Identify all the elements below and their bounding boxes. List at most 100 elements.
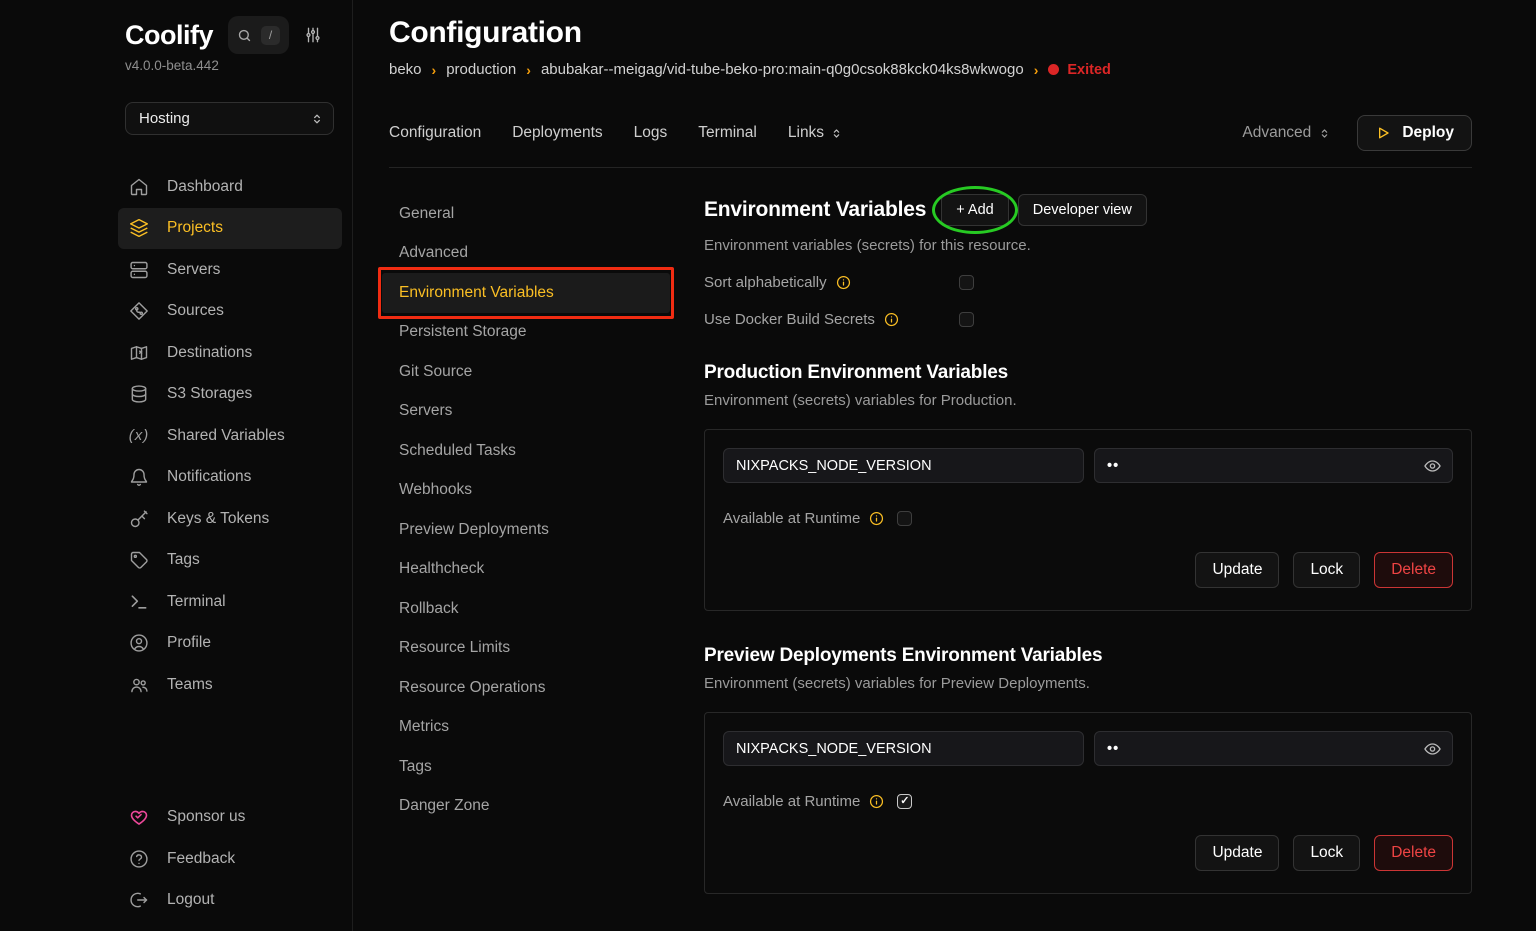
database-icon xyxy=(128,384,150,404)
sidebar-item-profile[interactable]: Profile xyxy=(118,623,342,665)
available-at-runtime-checkbox[interactable]: ✓ xyxy=(897,511,912,526)
sidebar-item-feedback[interactable]: Feedback xyxy=(118,838,342,880)
sidebar-nav: Dashboard Projects Servers Sources Desti… xyxy=(0,166,352,706)
tag-icon xyxy=(128,550,150,570)
production-section-title: Production Environment Variables xyxy=(704,362,1472,384)
sidebar-item-sponsor-us[interactable]: Sponsor us xyxy=(118,797,342,839)
subnav-item-environment-variables[interactable]: Environment Variables xyxy=(382,273,670,313)
available-at-runtime-label: Available at Runtime xyxy=(723,793,860,810)
sidebar-item-s3-storages[interactable]: S3 Storages xyxy=(118,374,342,416)
users-icon xyxy=(128,675,150,695)
advanced-dropdown[interactable]: Advanced xyxy=(1242,124,1331,142)
sort-alphabetically-row: Sort alphabetically ✓ xyxy=(704,273,1472,291)
status-text: Exited xyxy=(1067,62,1111,78)
chevron-updown-icon xyxy=(830,127,843,140)
user-circle-icon xyxy=(128,633,150,653)
subnav-item-resource-limits[interactable]: Resource Limits xyxy=(389,629,677,669)
subnav-item-git-source[interactable]: Git Source xyxy=(389,352,677,392)
info-icon[interactable] xyxy=(836,275,851,290)
server-icon xyxy=(128,260,150,280)
subnav-item-tags[interactable]: Tags xyxy=(389,747,677,787)
subnav-item-webhooks[interactable]: Webhooks xyxy=(389,471,677,511)
subnav-item-danger-zone[interactable]: Danger Zone xyxy=(389,787,677,827)
variable-name-input[interactable] xyxy=(723,448,1084,483)
terminal-icon xyxy=(128,592,150,612)
lock-button[interactable]: Lock xyxy=(1293,835,1360,871)
logout-icon xyxy=(128,890,150,910)
home-icon xyxy=(128,177,150,197)
subnav-item-healthcheck[interactable]: Healthcheck xyxy=(389,550,677,590)
lock-button[interactable]: Lock xyxy=(1293,552,1360,588)
tab-terminal[interactable]: Terminal xyxy=(698,124,757,142)
app-logo[interactable]: Coolify xyxy=(125,20,213,51)
subnav-item-rollback[interactable]: Rollback xyxy=(389,589,677,629)
chevron-updown-icon xyxy=(1318,127,1331,140)
layers-icon xyxy=(128,218,150,238)
search-input[interactable]: / xyxy=(228,16,289,54)
play-icon xyxy=(1375,125,1391,141)
sidebar-item-keys-tokens[interactable]: Keys & Tokens xyxy=(118,498,342,540)
tab-links[interactable]: Links xyxy=(788,124,843,142)
subnav-item-preview-deployments[interactable]: Preview Deployments xyxy=(389,510,677,550)
info-icon[interactable] xyxy=(884,312,899,327)
breadcrumb-environment[interactable]: production xyxy=(446,61,516,78)
chevron-updown-icon xyxy=(310,112,324,126)
sidebar-item-tags[interactable]: Tags xyxy=(118,540,342,582)
sidebar-item-dashboard[interactable]: Dashboard xyxy=(118,166,342,208)
sidebar-item-teams[interactable]: Teams xyxy=(118,664,342,706)
info-icon[interactable] xyxy=(869,794,884,809)
variable-value-input[interactable] xyxy=(1094,731,1453,766)
subnav-item-general[interactable]: General xyxy=(389,194,677,234)
delete-button[interactable]: Delete xyxy=(1374,835,1453,871)
map-icon xyxy=(128,343,150,363)
developer-view-button[interactable]: Developer view xyxy=(1018,194,1147,226)
info-icon[interactable] xyxy=(869,511,884,526)
subnav-item-advanced[interactable]: Advanced xyxy=(389,234,677,274)
variable-x-icon: (x) xyxy=(128,427,150,444)
update-button[interactable]: Update xyxy=(1195,552,1279,588)
available-at-runtime-checkbox[interactable]: ✓ xyxy=(897,794,912,809)
sort-alphabetically-checkbox[interactable]: ✓ xyxy=(959,275,974,290)
delete-button[interactable]: Delete xyxy=(1374,552,1453,588)
git-source-icon xyxy=(128,301,150,321)
status-badge: Exited xyxy=(1048,62,1111,78)
preview-section-title: Preview Deployments Environment Variable… xyxy=(704,645,1472,667)
sidebar-item-sources[interactable]: Sources xyxy=(118,291,342,333)
add-variable-button[interactable]: + Add xyxy=(941,194,1009,226)
sidebar-item-servers[interactable]: Servers xyxy=(118,249,342,291)
update-button[interactable]: Update xyxy=(1195,835,1279,871)
breadcrumb-team[interactable]: beko xyxy=(389,61,422,78)
tab-configuration[interactable]: Configuration xyxy=(389,124,481,142)
reveal-value-eye-icon[interactable] xyxy=(1423,739,1442,758)
subnav-item-metrics[interactable]: Metrics xyxy=(389,708,677,748)
help-circle-icon xyxy=(128,849,150,869)
reveal-value-eye-icon[interactable] xyxy=(1423,456,1442,475)
sidebar-item-shared-variables[interactable]: (x) Shared Variables xyxy=(118,415,342,457)
production-section-description: Environment (secrets) variables for Prod… xyxy=(704,392,1472,409)
breadcrumb-resource[interactable]: abubakar--meigag/vid-tube-beko-pro:main-… xyxy=(541,61,1024,78)
team-selector[interactable]: Hosting xyxy=(125,102,334,135)
tab-logs[interactable]: Logs xyxy=(634,124,668,142)
docker-build-secrets-label: Use Docker Build Secrets xyxy=(704,311,875,328)
sidebar-item-destinations[interactable]: Destinations xyxy=(118,332,342,374)
breadcrumb: beko › production › abubakar--meigag/vid… xyxy=(389,61,1472,78)
app-version: v4.0.0-beta.442 xyxy=(125,58,336,73)
sidebar-item-terminal[interactable]: Terminal xyxy=(118,581,342,623)
breadcrumb-separator-icon: › xyxy=(432,62,437,78)
tab-deployments[interactable]: Deployments xyxy=(512,124,602,142)
docker-build-secrets-row: Use Docker Build Secrets ✓ xyxy=(704,310,1472,328)
variable-value-input[interactable] xyxy=(1094,448,1453,483)
subnav-item-scheduled-tasks[interactable]: Scheduled Tasks xyxy=(389,431,677,471)
sidebar-item-notifications[interactable]: Notifications xyxy=(118,457,342,499)
subnav-item-resource-operations[interactable]: Resource Operations xyxy=(389,668,677,708)
sidebar-item-projects[interactable]: Projects xyxy=(118,208,342,250)
docker-build-secrets-checkbox[interactable]: ✓ xyxy=(959,312,974,327)
settings-sliders-icon[interactable] xyxy=(304,26,322,44)
deploy-button[interactable]: Deploy xyxy=(1357,115,1472,151)
subnav-item-servers[interactable]: Servers xyxy=(389,392,677,432)
variable-name-input[interactable] xyxy=(723,731,1084,766)
page-title: Configuration xyxy=(389,16,1472,50)
sidebar-item-logout[interactable]: Logout xyxy=(118,880,342,922)
key-icon xyxy=(128,509,150,529)
subnav-item-persistent-storage[interactable]: Persistent Storage xyxy=(389,313,677,353)
